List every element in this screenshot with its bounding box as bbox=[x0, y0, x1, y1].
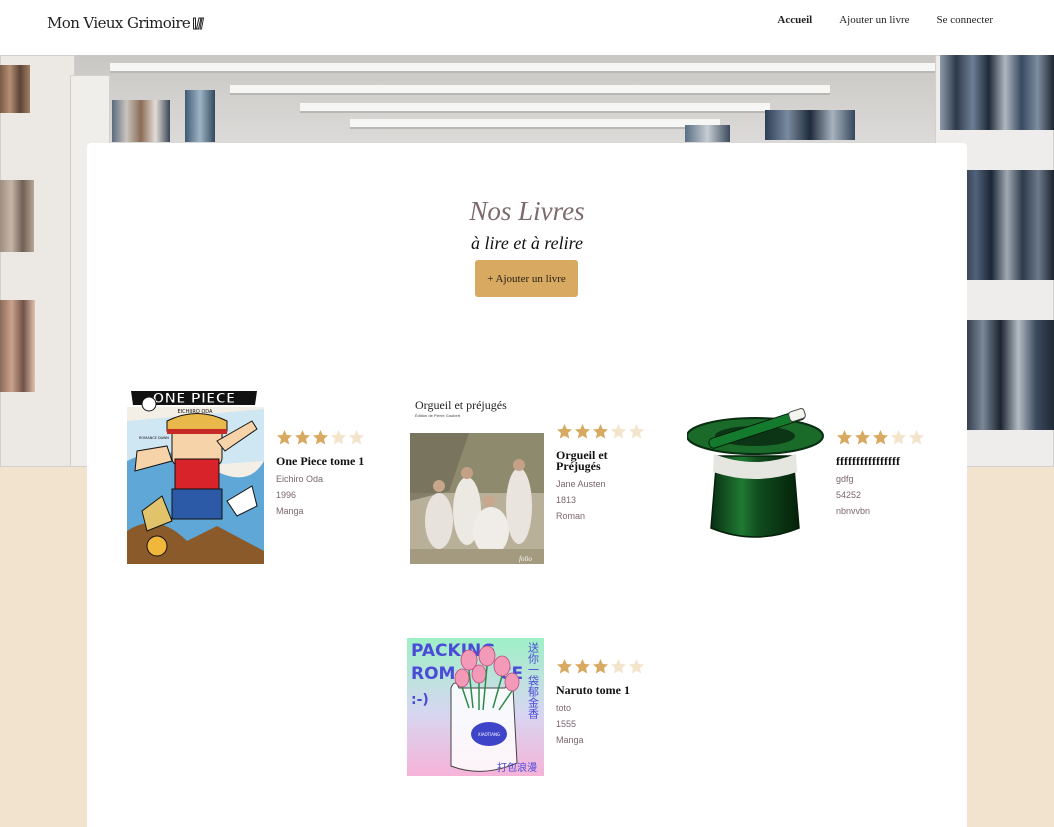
book-card-naruto[interactable]: PACKING ROM CE :-) 送你一袋郁金香 XIAOTIANG 打包浪… bbox=[407, 638, 667, 778]
svg-text:XIAOTIANG: XIAOTIANG bbox=[478, 732, 500, 737]
star-filled-icon bbox=[277, 430, 292, 445]
shelf-books bbox=[0, 180, 34, 252]
svg-text:Orgueil et préjugés: Orgueil et préjugés bbox=[415, 398, 507, 412]
main-nav: Accueil Ajouter un livre Se connecter bbox=[777, 14, 993, 26]
shelf-books bbox=[940, 55, 1054, 130]
svg-text:folio: folio bbox=[519, 555, 532, 563]
star-filled-icon bbox=[313, 430, 328, 445]
book-cover-orgueil[interactable]: Orgueil et préjugés Édition de Pierre Go… bbox=[409, 391, 546, 564]
logo-text: Mon Vieux Grimoire bbox=[47, 14, 191, 32]
book-cover-magic-hat[interactable] bbox=[687, 406, 824, 541]
book-info: Orgueil et Préjugés Jane Austen 1813 Rom… bbox=[556, 423, 666, 524]
ceiling-beam bbox=[350, 119, 720, 129]
star-filled-icon bbox=[575, 659, 590, 674]
nav-item-accueil[interactable]: Accueil bbox=[777, 14, 812, 26]
star-empty-icon bbox=[629, 424, 644, 439]
star-filled-icon bbox=[557, 424, 572, 439]
shelf-books bbox=[0, 65, 30, 113]
star-empty-icon bbox=[891, 430, 906, 445]
star-filled-icon bbox=[855, 430, 870, 445]
book-cover-packing-romance[interactable]: PACKING ROM CE :-) 送你一袋郁金香 XIAOTIANG 打包浪… bbox=[407, 638, 544, 776]
book-year: 54252 bbox=[836, 490, 862, 500]
star-filled-icon bbox=[593, 659, 608, 674]
book-title: Orgueil et Préjugés bbox=[556, 448, 608, 473]
book-card-one-piece[interactable]: ONE PIECE EICHIIRO ODA ROMANCE DAWN One … bbox=[127, 391, 377, 566]
book-genre: Manga bbox=[556, 735, 584, 745]
page-subtitle: à lire et à relire bbox=[471, 233, 583, 253]
ceiling-beam bbox=[300, 103, 770, 113]
book-logo-icon bbox=[193, 17, 205, 29]
book-year: 1996 bbox=[276, 490, 297, 500]
rating-stars bbox=[276, 429, 386, 446]
star-empty-icon bbox=[611, 424, 626, 439]
book-author: gdfg bbox=[836, 474, 854, 484]
star-filled-icon bbox=[295, 430, 310, 445]
star-filled-icon bbox=[557, 659, 572, 674]
book-genre: nbnvvbn bbox=[836, 506, 871, 516]
star-empty-icon bbox=[611, 659, 626, 674]
book-year: 1555 bbox=[556, 719, 577, 729]
ceiling-beam bbox=[230, 85, 830, 95]
star-empty-icon bbox=[909, 430, 924, 445]
book-genre: Manga bbox=[276, 506, 304, 516]
star-empty-icon bbox=[349, 430, 364, 445]
svg-text:Édition de Pierre Goubert: Édition de Pierre Goubert bbox=[415, 413, 461, 418]
svg-text:送你一袋郁金香: 送你一袋郁金香 bbox=[527, 641, 540, 720]
book-info: One Piece tome 1 Eichiro Oda 1996 Manga bbox=[276, 429, 386, 519]
logo[interactable]: Mon Vieux Grimoire bbox=[47, 14, 205, 32]
svg-text::-): :-) bbox=[411, 692, 429, 708]
book-card-fff[interactable]: ffffffffffffffff gdfg 54252 nbnvvbn bbox=[687, 391, 947, 566]
shelf-books bbox=[185, 90, 215, 142]
book-title: Naruto tome 1 bbox=[556, 683, 630, 697]
book-author: Jane Austen bbox=[556, 479, 606, 489]
book-title: One Piece tome 1 bbox=[276, 454, 365, 468]
rating-stars bbox=[556, 423, 666, 440]
shelf-books bbox=[765, 110, 855, 140]
books-card: Nos Livres à lire et à relire + Ajouter … bbox=[87, 143, 967, 827]
svg-text:打包浪漫: 打包浪漫 bbox=[497, 761, 537, 774]
left-shelf bbox=[0, 55, 75, 467]
star-filled-icon bbox=[873, 430, 888, 445]
star-filled-icon bbox=[575, 424, 590, 439]
rating-stars bbox=[556, 658, 666, 675]
svg-text:ROMANCE DAWN: ROMANCE DAWN bbox=[139, 436, 169, 440]
star-filled-icon bbox=[837, 430, 852, 445]
book-author: toto bbox=[556, 703, 572, 713]
svg-text:ROM: ROM bbox=[411, 664, 455, 684]
add-book-button[interactable]: + Ajouter un livre bbox=[475, 260, 578, 297]
star-empty-icon bbox=[331, 430, 346, 445]
ceiling-beam bbox=[110, 63, 940, 73]
book-title: ffffffffffffffff bbox=[836, 454, 900, 468]
book-info: ffffffffffffffff gdfg 54252 nbnvvbn bbox=[836, 429, 946, 519]
rating-stars bbox=[836, 429, 946, 446]
book-author: Eichiro Oda bbox=[276, 474, 324, 484]
star-filled-icon bbox=[593, 424, 608, 439]
book-year: 1813 bbox=[556, 495, 577, 505]
shelf-books bbox=[960, 170, 1054, 280]
book-card-orgueil[interactable]: Orgueil et préjugés Édition de Pierre Go… bbox=[409, 391, 669, 566]
nav-item-ajouter-livre[interactable]: Ajouter un livre bbox=[839, 14, 909, 26]
book-info: Naruto tome 1 toto 1555 Manga bbox=[556, 658, 666, 748]
svg-text:ONE PIECE: ONE PIECE bbox=[153, 391, 236, 407]
shelf-books bbox=[685, 125, 730, 142]
star-empty-icon bbox=[629, 659, 644, 674]
nav-item-se-connecter[interactable]: Se connecter bbox=[937, 14, 994, 26]
page-title: Nos Livres bbox=[469, 196, 585, 226]
top-header: Mon Vieux Grimoire Accueil Ajouter un li… bbox=[0, 0, 1054, 55]
book-genre: Roman bbox=[556, 511, 586, 521]
shelf-books bbox=[112, 100, 170, 142]
shelf-books bbox=[0, 300, 35, 392]
shelf-books bbox=[965, 320, 1054, 430]
book-cover-one-piece[interactable]: ONE PIECE EICHIIRO ODA ROMANCE DAWN bbox=[127, 391, 264, 564]
